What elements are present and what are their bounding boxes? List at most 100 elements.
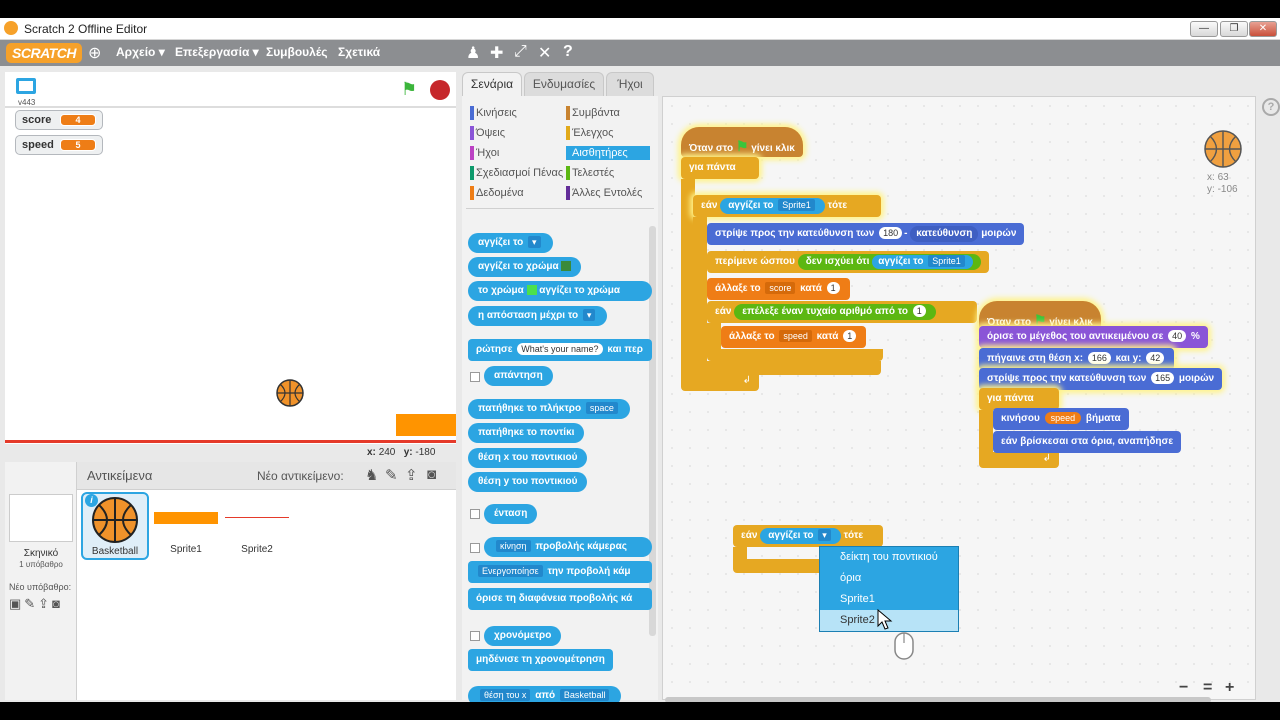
minimize-button[interactable]: — [1190, 21, 1218, 37]
checkbox-video-motion[interactable] [470, 543, 480, 553]
block-touching-color[interactable]: αγγίζει το χρώμα [468, 257, 582, 277]
wait-until-block[interactable]: περίμενε ώσπου δεν ισχύει ότι αγγίζει το… [707, 251, 989, 273]
if-random-block[interactable]: εάν επέλεξε έναν τυχαίο αριθμό από το 1 [707, 301, 977, 323]
zoom-in-button[interactable]: + [1225, 679, 1234, 697]
block-attribute-of[interactable]: θέση του x από Basketball [468, 686, 622, 702]
menu-about[interactable]: Σχετικά [338, 45, 380, 59]
scratch-logo[interactable]: SCRATCH [6, 43, 82, 63]
floor-line-sprite[interactable] [5, 440, 456, 443]
dropdown-item-sprite1[interactable]: Sprite1 [820, 589, 958, 610]
fullscreen-icon[interactable] [16, 78, 36, 94]
block-mouse-y[interactable]: θέση y του ποντικιού [468, 472, 588, 492]
block-key-pressed[interactable]: πατήθηκε το πλήκτρο space [468, 399, 630, 419]
sprite-library-icon[interactable]: ♞ [365, 466, 378, 484]
tab-costumes[interactable]: Ενδυμασίες [524, 72, 604, 96]
block-distance-to[interactable]: η απόσταση μέχρι το ▾ [468, 306, 608, 326]
grow-icon[interactable]: ⤢ [514, 43, 527, 61]
sprite-thumb-sprite2[interactable]: Sprite2 [223, 492, 291, 560]
menu-bar: SCRATCH ⊕ Αρχείο ▾ Επεξεργασία ▾ Συμβουλ… [0, 40, 1280, 66]
globe-icon[interactable]: ⊕ [88, 43, 101, 63]
category-sound[interactable]: Ήχοι [470, 146, 499, 160]
block-video-transparency[interactable]: όρισε τη διαφάνεια προβολής κά [468, 588, 652, 610]
category-events[interactable]: Συμβάντα [566, 106, 620, 120]
change-score-block[interactable]: άλλαξε το score κατά 1 [707, 278, 850, 300]
dropdown-item-mouse-pointer[interactable]: δείκτη του ποντικιού [820, 547, 958, 568]
scripts-area[interactable]: Όταν στο ⚑ γίνει κλικ για πάντα ↲ εάν αγ… [662, 96, 1256, 702]
tips-help-icon[interactable]: ? [1262, 98, 1280, 116]
point-direction-block-2[interactable]: στρίψε προς την κατεύθυνση των 165 μοιρώ… [979, 368, 1223, 390]
block-answer[interactable]: απάντηση [484, 366, 553, 386]
tab-sounds[interactable]: Ήχοι [606, 72, 654, 96]
editor-window: Scratch 2 Offline Editor — ❐ ✕ SCRATCH ⊕… [0, 18, 1280, 702]
shrink-icon[interactable]: ✕ [538, 43, 551, 63]
variable-monitor-score[interactable]: score 4 [15, 110, 103, 130]
block-reset-timer[interactable]: μηδένισε τη χρονομέτρηση [468, 649, 613, 671]
window-title: Scratch 2 Offline Editor [24, 22, 148, 36]
camera-icon[interactable]: ◙ [427, 466, 436, 483]
duplicate-icon[interactable]: ♟ [466, 43, 480, 63]
block-timer[interactable]: χρονόμετρο [484, 626, 562, 646]
block-ask[interactable]: ρώτησε What's your name? και περ [468, 339, 652, 361]
stage[interactable]: v443 ⚑ score 4 speed 5 [5, 72, 456, 444]
close-button[interactable]: ✕ [1249, 21, 1277, 37]
block-color-touching-color[interactable]: το χρώμα αγγίζει το χρώμα [468, 281, 652, 301]
if-block-3[interactable]: εάν αγγίζει το ▾ τότε [733, 525, 883, 547]
bounce-block[interactable]: εάν βρίσκεσαι στα όρια, αναπήδησε [993, 431, 1182, 453]
backdrop-tools-icon[interactable]: ▣✎⇪◙ [9, 596, 63, 612]
move-steps-block[interactable]: κινήσου speed βήματα [993, 408, 1129, 430]
blocks-palette: Κινήσεις Όψεις Ήχοι Σχεδιασμοί Πένας Δεδ… [462, 96, 658, 702]
zoom-reset-button[interactable]: = [1203, 679, 1212, 697]
zoom-out-button[interactable]: − [1179, 679, 1188, 697]
upload-icon[interactable]: ⇪ [405, 466, 418, 484]
checkbox-timer[interactable] [470, 631, 480, 641]
current-sprite-thumb [1204, 130, 1242, 168]
set-size-block[interactable]: όρισε το μέγεθος του αντικειμένου σε 40 … [979, 326, 1208, 348]
category-data[interactable]: Δεδομένα [470, 186, 524, 200]
sprite-thumb-basketball[interactable]: i Basketball [81, 492, 149, 560]
block-loudness[interactable]: ένταση [484, 504, 538, 524]
maximize-button[interactable]: ❐ [1220, 21, 1248, 37]
category-operators[interactable]: Τελεστές [566, 166, 614, 180]
goto-xy-block[interactable]: πήγαινε στη θέση x: 166 και y: 42 [979, 348, 1175, 370]
stage-thumbnail[interactable] [9, 494, 73, 542]
forever-block-1[interactable]: για πάντα [681, 157, 759, 179]
delete-icon[interactable]: ✚ [490, 43, 503, 63]
stage-label: Σκηνικό [23, 548, 59, 559]
block-mouse-x[interactable]: θέση x του ποντικιού [468, 448, 588, 468]
stage-backdrops-count: 1 υπόβαθρο [19, 560, 63, 569]
block-touching[interactable]: αγγίζει το ▾ [468, 233, 553, 253]
category-control[interactable]: Έλεγχος [566, 126, 613, 140]
checkbox-answer[interactable] [470, 372, 480, 382]
if-block-1[interactable]: εάν αγγίζει το Sprite1 τότε [693, 195, 881, 217]
menu-tips[interactable]: Συμβουλές [266, 45, 328, 59]
category-looks[interactable]: Όψεις [470, 126, 505, 140]
category-sensing[interactable]: Αισθητήρες [566, 146, 650, 160]
category-more-blocks[interactable]: Άλλες Εντολές [566, 186, 642, 200]
hat-green-flag-1[interactable]: Όταν στο ⚑ γίνει κλικ [681, 127, 803, 157]
sprite-x-readout: x: 63 [1207, 172, 1229, 183]
green-flag-icon[interactable]: ⚑ [401, 79, 417, 100]
change-speed-block[interactable]: άλλαξε το speed κατά 1 [721, 326, 867, 348]
block-turn-video[interactable]: Ενεργοποίησε την προβολή κάμ [468, 561, 652, 583]
point-direction-block[interactable]: στρίψε προς την κατεύθυνση των 180- κατε… [707, 223, 1025, 245]
paint-brush-icon[interactable]: ✎ [385, 466, 398, 484]
sprite-thumb-sprite1[interactable]: Sprite1 [152, 492, 220, 560]
checkbox-loudness[interactable] [470, 509, 480, 519]
help-icon[interactable]: ? [563, 43, 573, 61]
stop-icon[interactable] [430, 80, 450, 100]
variable-monitor-speed[interactable]: speed 5 [15, 135, 103, 155]
basketball-sprite[interactable] [275, 378, 305, 408]
dropdown-item-edge[interactable]: όρια [820, 568, 958, 589]
category-motion[interactable]: Κινήσεις [470, 106, 517, 120]
menu-edit[interactable]: Επεξεργασία ▾ [175, 45, 259, 59]
mouse-pointer-icon [877, 609, 893, 630]
paddle-sprite[interactable] [396, 414, 456, 436]
forever-block-2[interactable]: για πάντα [979, 388, 1059, 410]
block-video-motion[interactable]: κίνηση προβολής κάμερας [484, 537, 652, 557]
repeat-arrow-icon: ↲ [681, 373, 759, 391]
block-mouse-down[interactable]: πατήθηκε το ποντίκι [468, 423, 585, 443]
scripts-horizontal-scrollbar[interactable] [665, 697, 1211, 702]
category-pen[interactable]: Σχεδιασμοί Πένας [470, 166, 563, 180]
menu-file[interactable]: Αρχείο ▾ [116, 45, 165, 59]
tab-scripts[interactable]: Σενάρια [462, 72, 522, 97]
